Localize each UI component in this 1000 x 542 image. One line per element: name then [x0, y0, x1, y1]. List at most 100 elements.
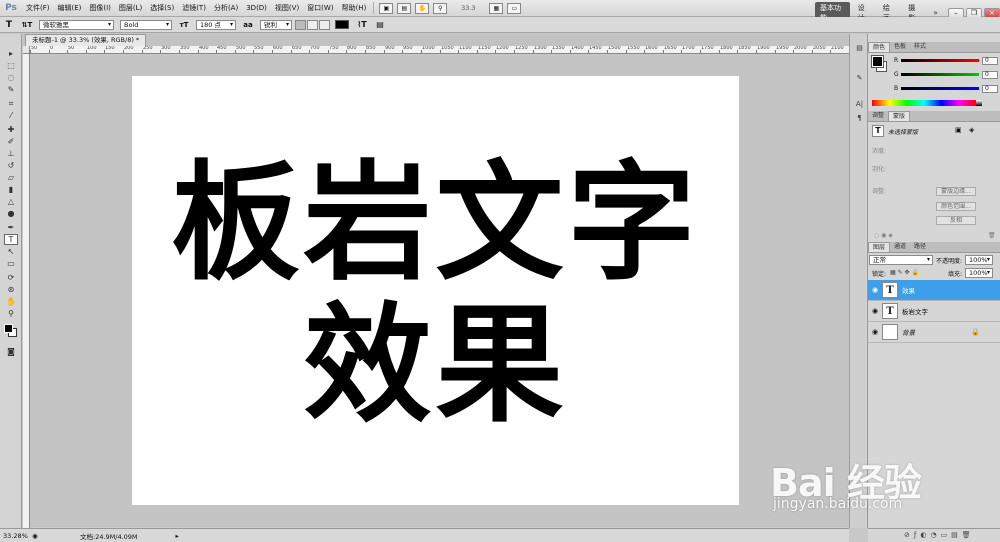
paragraph-panel-icon[interactable]: ¶ — [854, 114, 865, 124]
marquee-tool-icon[interactable]: ⬚ — [4, 60, 18, 71]
status-zoom-level[interactable]: 33.28% — [0, 532, 30, 540]
blur-tool-icon[interactable]: △ — [4, 196, 18, 207]
hand-tool-icon[interactable]: ✋ — [4, 296, 18, 307]
tab-channels[interactable]: 通道 — [890, 242, 910, 252]
visibility-eye-icon[interactable]: ◉ — [868, 328, 882, 336]
document-tab[interactable]: 未标题-1 @ 33.3% (效果, RGB/8) * — [25, 34, 147, 46]
font-style-select[interactable]: Bold — [120, 19, 172, 30]
ruler-vertical[interactable] — [23, 54, 30, 528]
mask-edge-button[interactable]: 蒙版边缘... — [936, 187, 976, 196]
tab-styles[interactable]: 样式 — [910, 42, 930, 52]
green-value-field[interactable]: 0 — [982, 70, 998, 79]
opacity-field[interactable]: 100% — [965, 255, 993, 265]
bridge-icon[interactable]: ▣ — [379, 2, 394, 14]
menu-file[interactable]: 文件(F) — [22, 3, 54, 13]
tab-adjustments[interactable]: 调整 — [868, 111, 888, 121]
menu-analysis[interactable]: 分析(A) — [210, 3, 242, 13]
hand-icon[interactable]: ✋ — [415, 2, 430, 14]
visibility-eye-icon[interactable]: ◉ — [868, 286, 882, 294]
antialias-select[interactable]: 锐利 — [260, 19, 292, 30]
menu-select[interactable]: 选择(S) — [146, 3, 178, 13]
menu-image[interactable]: 图像(I) — [85, 3, 115, 13]
type-tool-icon[interactable]: T — [4, 234, 18, 245]
3d-rotate-tool-icon[interactable]: ⟳ — [4, 272, 18, 283]
document-canvas[interactable]: 板岩文字 效果 — [132, 76, 739, 505]
layers-footer-icons[interactable]: ⊘ƒ◐◔▭▤🗑 — [868, 528, 1000, 542]
fill-field[interactable]: 100% — [965, 268, 993, 278]
dodge-tool-icon[interactable]: ● — [4, 208, 18, 219]
history-panel-icon[interactable]: ▤ — [854, 44, 865, 54]
menu-view[interactable]: 视图(V) — [271, 3, 303, 13]
menu-edit[interactable]: 编辑(E) — [54, 3, 86, 13]
blue-value-field[interactable]: 0 — [982, 84, 998, 93]
mini-bridge-icon[interactable]: ▤ — [397, 2, 412, 14]
text-color-swatch[interactable] — [335, 20, 349, 29]
type-tool-preset-icon[interactable]: T — [2, 19, 16, 31]
tab-paths[interactable]: 路径 — [910, 242, 930, 252]
font-family-select[interactable]: 微软雅黑 — [39, 19, 114, 30]
path-select-tool-icon[interactable]: ↖ — [4, 246, 18, 257]
red-value-field[interactable]: 0 — [982, 56, 998, 65]
menu-help[interactable]: 帮助(H) — [338, 3, 371, 13]
ruler-origin[interactable] — [23, 46, 30, 54]
menu-filter[interactable]: 滤镜(T) — [178, 3, 210, 13]
status-icon[interactable]: ◉ — [30, 532, 40, 540]
zoom-level-menu[interactable]: 33.3 — [452, 3, 484, 14]
brushes-panel-icon[interactable]: ✎ — [854, 74, 865, 84]
text-line-1[interactable]: 板岩文字 — [132, 160, 739, 288]
quick-select-tool-icon[interactable]: ✎ — [4, 84, 18, 95]
character-panel-icon[interactable]: ▤ — [373, 19, 387, 31]
layer-row[interactable]: ◉ T 效果 — [868, 280, 1000, 301]
lock-icons[interactable]: ▦ ✎ ✥ 🔒 — [890, 269, 919, 276]
align-left-button[interactable] — [295, 19, 306, 30]
eraser-tool-icon[interactable]: ▱ — [4, 172, 18, 183]
orientation-toggle-icon[interactable]: ⇅T — [20, 19, 34, 31]
status-arrow-icon[interactable]: ▸ — [176, 532, 179, 540]
layer-name[interactable]: 效果 — [902, 285, 915, 295]
gradient-tool-icon[interactable]: ▮ — [4, 184, 18, 195]
menu-3d[interactable]: 3D(D) — [242, 4, 271, 12]
clone-stamp-tool-icon[interactable]: ⊥ — [4, 148, 18, 159]
crop-tool-icon[interactable]: ⌗ — [4, 98, 18, 109]
shape-tool-icon[interactable]: ▭ — [4, 258, 18, 269]
pixel-mask-icon[interactable]: ▣ — [955, 126, 962, 134]
canvas-workspace[interactable]: 板岩文字 效果 — [30, 55, 849, 527]
screen-mode-icon[interactable]: ▭ — [507, 2, 522, 14]
align-center-button[interactable] — [307, 19, 318, 30]
move-tool-icon[interactable]: ▸ — [4, 48, 18, 59]
arrange-documents-icon[interactable]: ▦ — [489, 2, 504, 14]
blend-mode-select[interactable]: 正常 — [869, 255, 933, 265]
3d-orbit-tool-icon[interactable]: ⊛ — [4, 284, 18, 295]
mask-footer-icons[interactable]: ◌ ◉ ◈ — [874, 232, 893, 239]
color-panel-fg-swatch[interactable] — [871, 55, 884, 68]
layer-row[interactable]: ◉ T 板岩文字 — [868, 301, 1000, 322]
invert-button[interactable]: 反相 — [936, 216, 976, 225]
blue-slider[interactable] — [901, 87, 979, 90]
layer-name[interactable]: 板岩文字 — [902, 306, 928, 316]
font-size-select[interactable]: 180 点 — [196, 19, 236, 30]
warp-text-icon[interactable]: ⌇T — [355, 19, 369, 31]
color-spectrum-bw[interactable] — [976, 100, 982, 106]
menu-layer[interactable]: 图层(L) — [115, 3, 146, 13]
green-slider[interactable] — [901, 73, 979, 76]
tab-layers[interactable]: 图层 — [868, 242, 891, 252]
brush-tool-icon[interactable]: ✐ — [4, 136, 18, 147]
history-brush-tool-icon[interactable]: ↺ — [4, 160, 18, 171]
layer-row[interactable]: ◉ 背景 🔒 — [868, 322, 1000, 343]
menu-window[interactable]: 窗口(W) — [303, 3, 337, 13]
tab-color[interactable]: 颜色 — [868, 42, 891, 52]
character-panel-icon[interactable]: A| — [854, 100, 865, 110]
red-slider[interactable] — [901, 59, 979, 62]
vector-mask-icon[interactable]: ◈ — [969, 126, 974, 134]
lasso-tool-icon[interactable]: ◌ — [4, 72, 18, 83]
tab-swatches[interactable]: 色板 — [890, 42, 910, 52]
text-line-2[interactable]: 效果 — [132, 302, 739, 430]
zoom-icon[interactable]: ⚲ — [433, 2, 448, 14]
visibility-eye-icon[interactable]: ◉ — [868, 307, 882, 315]
color-spectrum-bar[interactable] — [872, 100, 976, 106]
align-right-button[interactable] — [319, 19, 330, 30]
color-range-button[interactable]: 颜色范围... — [936, 202, 976, 211]
quick-mask-icon[interactable]: ◙ — [4, 346, 18, 357]
healing-brush-tool-icon[interactable]: ✚ — [4, 124, 18, 135]
eyedropper-tool-icon[interactable]: ⁄ — [4, 110, 18, 121]
